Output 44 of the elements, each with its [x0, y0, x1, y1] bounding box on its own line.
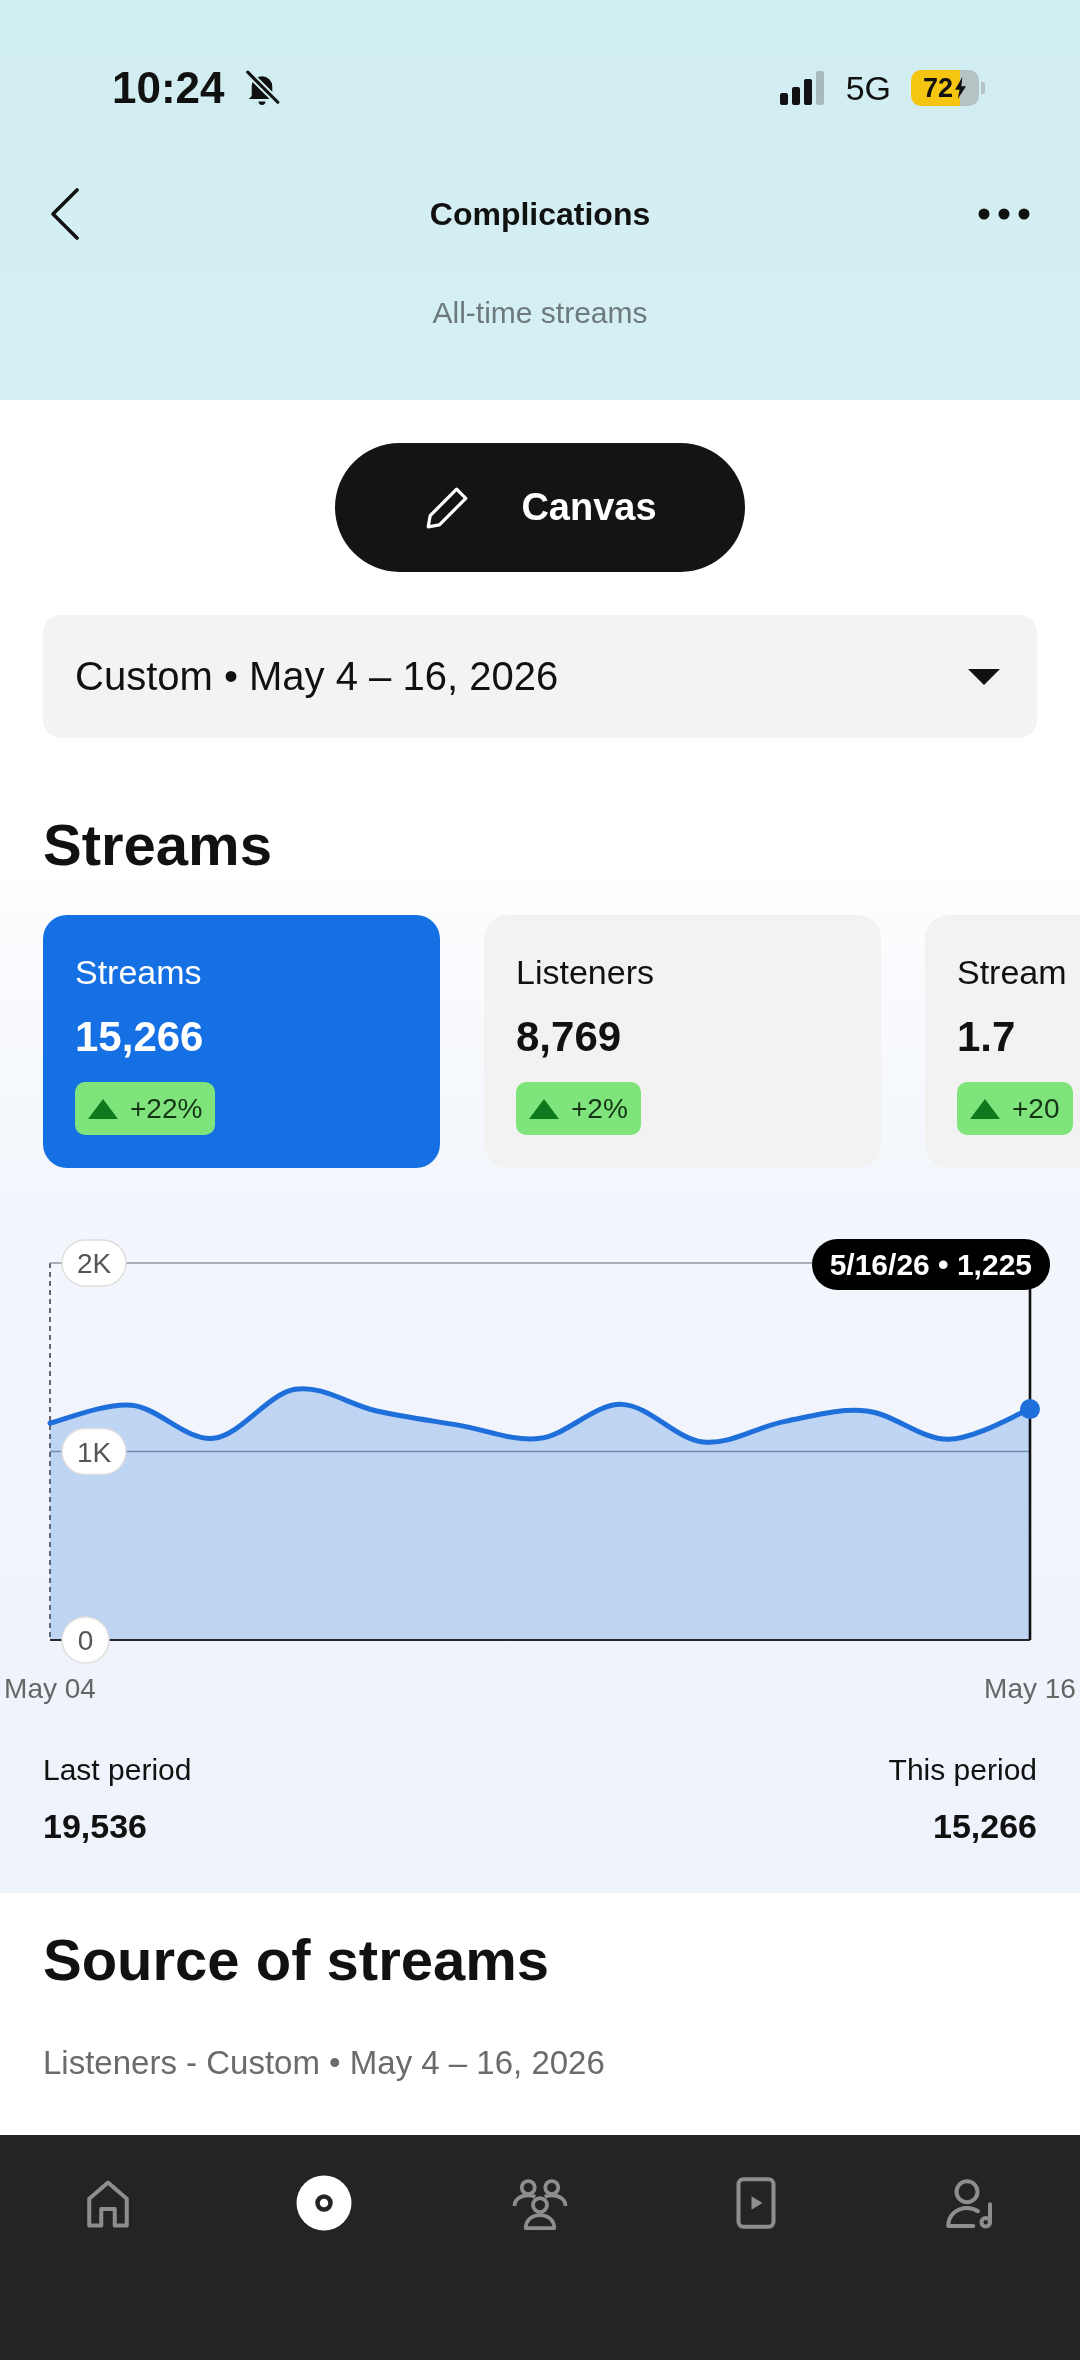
ellipsis-icon [978, 208, 1030, 220]
metric-value: 1.7 [957, 1013, 1016, 1061]
status-time: 10:24 [112, 62, 225, 114]
change-percent: +22% [130, 1091, 203, 1126]
x-tick-label: May 04 [4, 1673, 96, 1704]
period-label: This period [888, 1752, 1037, 1788]
date-range-dropdown[interactable]: Custom • May 4 – 16, 2026 [43, 615, 1037, 738]
y-tick-label: 0 [77, 1625, 94, 1656]
disc-tab[interactable] [294, 2173, 354, 2233]
period-value: 19,536 [43, 1806, 147, 1847]
period-label: Last period [43, 1752, 192, 1788]
signal-icon [779, 70, 826, 106]
back-button[interactable] [50, 188, 82, 240]
metric-card[interactable]: Listeners 8,769 +2% [484, 915, 881, 1168]
metric-label: Listeners [516, 952, 654, 992]
y-tick-label: 2K [61, 1239, 127, 1287]
chevron-left-icon [50, 188, 80, 240]
metric-card[interactable]: Stream 1.7 +20 [925, 915, 1080, 1168]
section-title: Source of streams [43, 1928, 551, 1992]
period-value: 15,266 [933, 1806, 1037, 1847]
y-tick-label: 0 [61, 1616, 110, 1664]
disc-icon [294, 2173, 354, 2233]
metric-label: Streams [75, 952, 202, 992]
y-tick-label: 1K [61, 1427, 127, 1476]
y-tick-label: 2K [76, 1248, 112, 1279]
battery-percent: 72 [922, 72, 953, 104]
network-label: 5G [845, 68, 891, 108]
metric-card[interactable]: Streams 15,266 +22% [43, 915, 440, 1168]
caret-down-icon [968, 668, 1000, 685]
metric-label: Stream [957, 952, 1067, 992]
change-percent: +2% [571, 1091, 628, 1126]
canvas-button[interactable]: Canvas [335, 443, 745, 572]
metric-value: 8,769 [516, 1013, 622, 1061]
section-subtitle: Listeners - Custom • May 4 – 16, 2026 [43, 2043, 606, 2083]
y-tick-label: 1K [76, 1436, 112, 1468]
metric-value: 15,266 [75, 1013, 204, 1061]
chart-tooltip: 5/16/26 • 1,225 [811, 1239, 1050, 1290]
change-percent: +20 [1012, 1091, 1060, 1126]
more-button[interactable] [978, 208, 1030, 220]
page-title: Complications [429, 195, 651, 234]
section-title: Streams [43, 813, 273, 877]
point-marker-icon [1020, 1399, 1040, 1420]
x-tick-label: May 16 [984, 1673, 1076, 1704]
header-caption: All-time streams [432, 295, 648, 331]
